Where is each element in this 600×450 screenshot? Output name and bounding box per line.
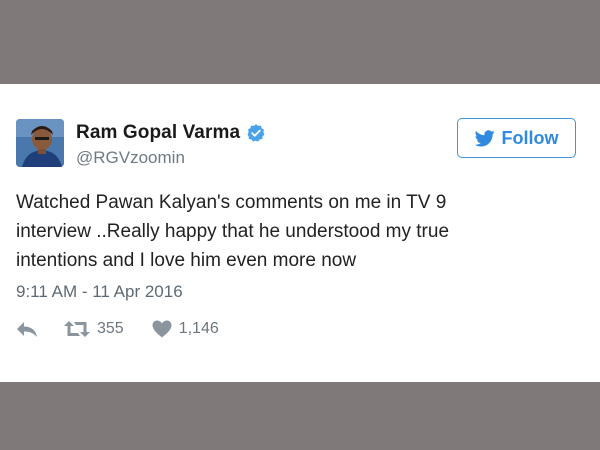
tweet-text: Watched Pawan Kalyan's comments on me in… xyxy=(16,188,576,275)
follow-button[interactable]: Follow xyxy=(457,118,576,158)
retweet-icon xyxy=(64,321,90,337)
tweet-timestamp[interactable]: 9:11 AM - 11 Apr 2016 xyxy=(16,282,183,302)
verified-badge-icon xyxy=(247,124,265,142)
reply-button[interactable] xyxy=(16,320,38,338)
twitter-bird-icon xyxy=(474,129,495,146)
author-row: Ram Gopal Varma xyxy=(76,122,266,144)
tweet-text-line: interview ..Really happy that he underst… xyxy=(16,221,450,242)
like-count: 1,146 xyxy=(178,320,219,337)
retweet-button[interactable]: 355 xyxy=(64,320,124,338)
avatar[interactable] xyxy=(16,119,64,167)
follow-label: Follow xyxy=(501,127,559,148)
top-background-band xyxy=(0,0,600,84)
retweet-count: 355 xyxy=(97,320,124,337)
reply-icon xyxy=(17,322,37,337)
avatar-photo-icon xyxy=(16,119,64,167)
tweet-text-line: intentions and I love him even more now xyxy=(16,250,357,271)
tweet-card: Ram Gopal Varma @RGVzoomin Follow Watche… xyxy=(0,84,600,382)
tweet-text-line: Watched Pawan Kalyan's comments on me in… xyxy=(16,192,447,213)
like-heart-icon xyxy=(152,320,172,338)
bottom-background-band xyxy=(0,382,600,450)
tweet-actions: 355 1,146 xyxy=(16,318,219,340)
author-handle[interactable]: @RGVzoomin xyxy=(76,148,185,168)
author-name[interactable]: Ram Gopal Varma xyxy=(76,122,240,144)
like-button[interactable]: 1,146 xyxy=(152,320,219,338)
